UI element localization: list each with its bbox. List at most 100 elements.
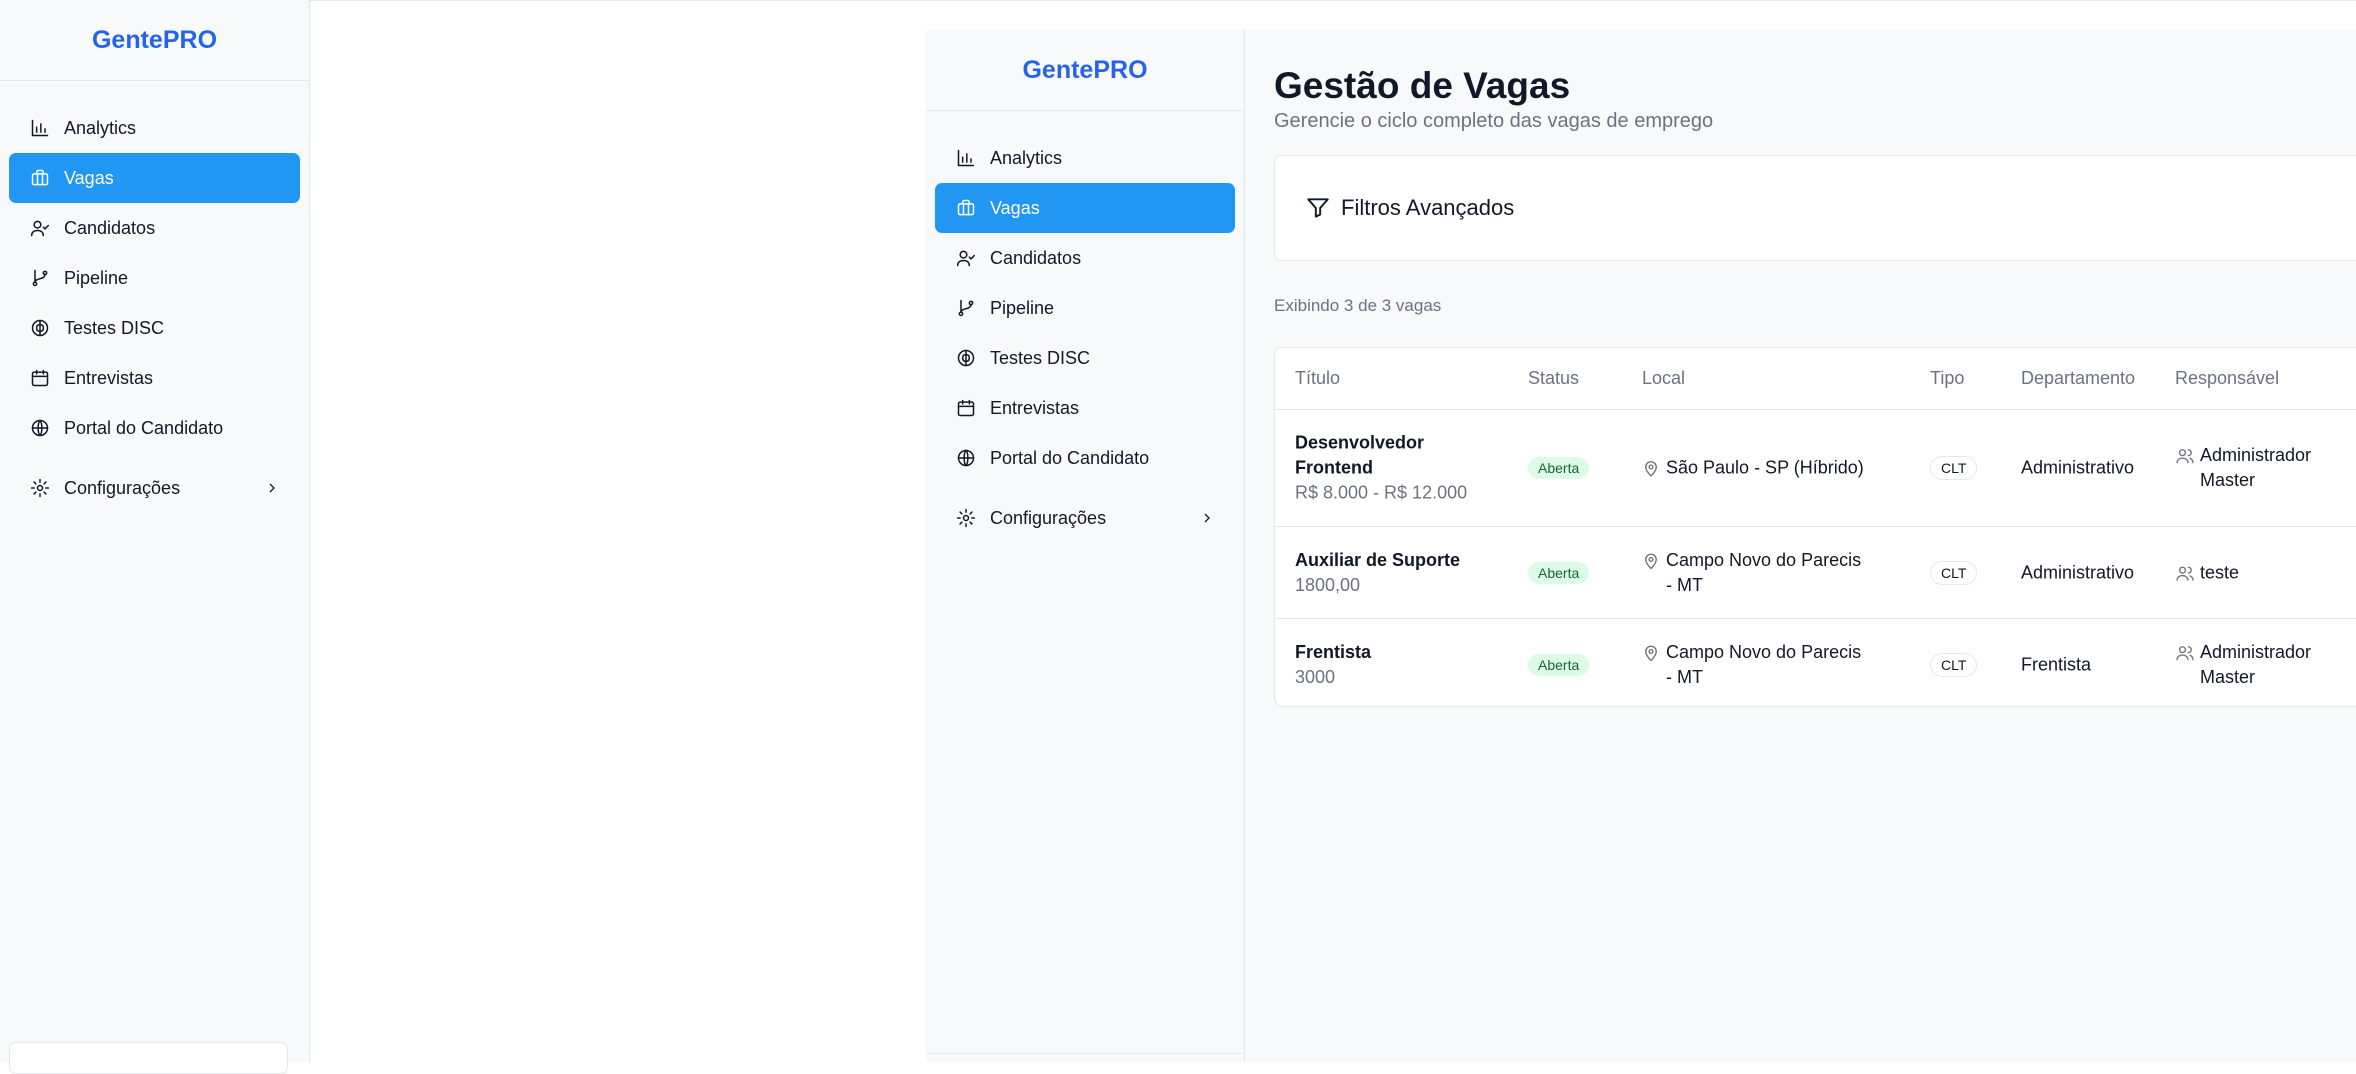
map-pin-icon [1642, 643, 1660, 663]
sidebar-item-label: Entrevistas [64, 367, 154, 388]
sidebar-nav: Analytics Vagas Candidatos Pipeline Test… [926, 111, 1244, 543]
table-row[interactable]: Frentista 3000 Aberta Campo Novo do Pare… [1275, 619, 2356, 706]
responsible-text: Administrador Master [2200, 445, 2312, 490]
job-title[interactable]: Auxiliar de Suporte [1295, 548, 1495, 573]
gear-icon [955, 507, 977, 529]
top-divider [310, 0, 2356, 1]
sidebar-item-portal-candidato[interactable]: Portal do Candidato [9, 403, 300, 453]
sidebar-item-portal-candidato[interactable]: Portal do Candidato [935, 433, 1235, 483]
git-branch-icon [29, 267, 51, 289]
sidebar-item-label: Portal do Candidato [64, 417, 224, 438]
sidebar-item-configuracoes[interactable]: Configurações [935, 493, 1235, 543]
user-check-icon [955, 247, 977, 269]
location-text: Campo Novo do Parecis - MT [1666, 641, 1862, 687]
location-cell: São Paulo - SP (Híbrido) [1642, 456, 1872, 481]
sidebar-item-candidatos[interactable]: Candidatos [9, 203, 300, 253]
sidebar-item-label: Pipeline [990, 297, 1055, 318]
column-header-responsavel[interactable]: Responsável [2175, 368, 2279, 389]
location-cell: Campo Novo do Parecis - MT [1642, 548, 1872, 598]
column-header-tipo[interactable]: Tipo [1930, 368, 1964, 389]
sidebar-item-analytics[interactable]: Analytics [9, 103, 300, 153]
job-title-cell: Auxiliar de Suporte 1800,00 [1295, 548, 1495, 598]
job-title[interactable]: Desenvolvedor Frontend [1295, 431, 1495, 481]
sidebar-item-configuracoes[interactable]: Configurações [9, 463, 300, 513]
department-text: Administrativo [2021, 457, 2135, 478]
job-title[interactable]: Frentista [1295, 640, 1495, 665]
jobs-table: Título Status Local Tipo Departamento Re… [1274, 347, 2356, 707]
sidebar-item-candidatos[interactable]: Candidatos [935, 233, 1235, 283]
sidebar-nav: Analytics Vagas Candidatos Pipeline Test… [0, 81, 309, 513]
job-salary: 3000 [1295, 666, 1336, 687]
sidebar-item-label: Analytics [990, 147, 1063, 168]
briefcase-icon [955, 197, 977, 219]
column-header-titulo[interactable]: Título [1295, 368, 1340, 389]
location-text: São Paulo - SP (Híbrido) [1666, 457, 1864, 478]
job-title-cell: Desenvolvedor Frontend R$ 8.000 - R$ 12.… [1295, 431, 1495, 506]
sidebar-footer-card [9, 1042, 288, 1074]
sidebar-item-label: Vagas [990, 197, 1040, 218]
sidebar-item-testes-disc[interactable]: Testes DISC [935, 333, 1235, 383]
sidebar-item-pipeline[interactable]: Pipeline [9, 253, 300, 303]
sidebar-item-entrevistas[interactable]: Entrevistas [9, 353, 300, 403]
type-badge: CLT [1930, 652, 1978, 677]
type-cell: CLT [1930, 652, 1978, 677]
users-icon [2175, 563, 2195, 583]
sidebar-item-label: Vagas [64, 167, 114, 188]
gear-icon [29, 477, 51, 499]
sidebar-item-label: Entrevistas [990, 397, 1080, 418]
sidebar-item-label: Pipeline [64, 267, 129, 288]
table-header: Título Status Local Tipo Departamento Re… [1275, 348, 2356, 410]
sidebar-item-pipeline[interactable]: Pipeline [935, 283, 1235, 333]
brand-logo[interactable]: GentePRO [926, 30, 1244, 111]
column-header-departamento[interactable]: Departamento [2021, 368, 2135, 389]
location-cell: Campo Novo do Parecis - MT [1642, 640, 1872, 690]
bar-chart-icon [29, 117, 51, 139]
sidebar-item-vagas[interactable]: Vagas [9, 153, 300, 203]
map-pin-icon [1642, 459, 1660, 479]
advanced-filters-label: Filtros Avançados [1341, 195, 1515, 220]
sidebar-item-testes-disc[interactable]: Testes DISC [9, 303, 300, 353]
sidebar-item-label: Testes DISC [990, 347, 1091, 368]
sidebar-item-label: Configurações [64, 477, 181, 498]
job-salary: R$ 8.000 - R$ 12.000 [1295, 482, 1468, 503]
sidebar-secondary: GentePRO Analytics Vagas Candidatos Pipe… [926, 30, 1245, 1062]
advanced-filters-toggle[interactable]: Filtros Avançados [1274, 155, 2356, 261]
sidebar-item-label: Analytics [64, 117, 137, 138]
table-row[interactable]: Desenvolvedor Frontend R$ 8.000 - R$ 12.… [1275, 410, 2356, 527]
sidebar-item-entrevistas[interactable]: Entrevistas [935, 383, 1235, 433]
sidebar-primary: GentePRO Analytics Vagas Candidatos Pipe… [0, 0, 310, 1074]
user-check-icon [29, 217, 51, 239]
brain-icon [955, 347, 977, 369]
map-pin-icon [1642, 551, 1660, 571]
responsible-cell: teste [2175, 560, 2325, 585]
filter-icon [1305, 195, 1331, 221]
status-badge: Aberta [1528, 653, 1590, 676]
type-badge: CLT [1930, 560, 1978, 585]
chevron-right-icon [1199, 510, 1215, 526]
calendar-icon [955, 397, 977, 419]
column-header-local[interactable]: Local [1642, 368, 1685, 389]
sidebar-item-label: Candidatos [990, 247, 1082, 268]
sidebar-item-label: Candidatos [64, 217, 156, 238]
responsible-cell: Administrador Master [2175, 640, 2325, 690]
type-cell: CLT [1930, 456, 1978, 480]
column-header-status[interactable]: Status [1528, 368, 1579, 389]
page-title: Gestão de Vagas [1274, 65, 1571, 106]
chevron-right-icon [264, 480, 280, 496]
bar-chart-icon [955, 147, 977, 169]
globe-icon [955, 447, 977, 469]
globe-icon [29, 417, 51, 439]
job-salary: 1800,00 [1295, 574, 1361, 595]
brand-logo[interactable]: GentePRO [0, 0, 309, 81]
sidebar-item-analytics[interactable]: Analytics [935, 133, 1235, 183]
results-count: Exibindo 3 de 3 vagas [1274, 296, 1442, 315]
sidebar-item-vagas[interactable]: Vagas [935, 183, 1235, 233]
page-subtitle: Gerencie o ciclo completo das vagas de e… [1274, 110, 1714, 132]
responsible-text: Administrador Master [2200, 641, 2312, 687]
table-row[interactable]: Auxiliar de Suporte 1800,00 Aberta Campo… [1275, 527, 2356, 619]
briefcase-icon [29, 167, 51, 189]
responsible-text: teste [2200, 562, 2240, 582]
sidebar-item-label: Configurações [990, 507, 1107, 528]
sidebar-footer-divider [926, 1053, 1244, 1054]
status-cell: Aberta [1528, 653, 1590, 676]
